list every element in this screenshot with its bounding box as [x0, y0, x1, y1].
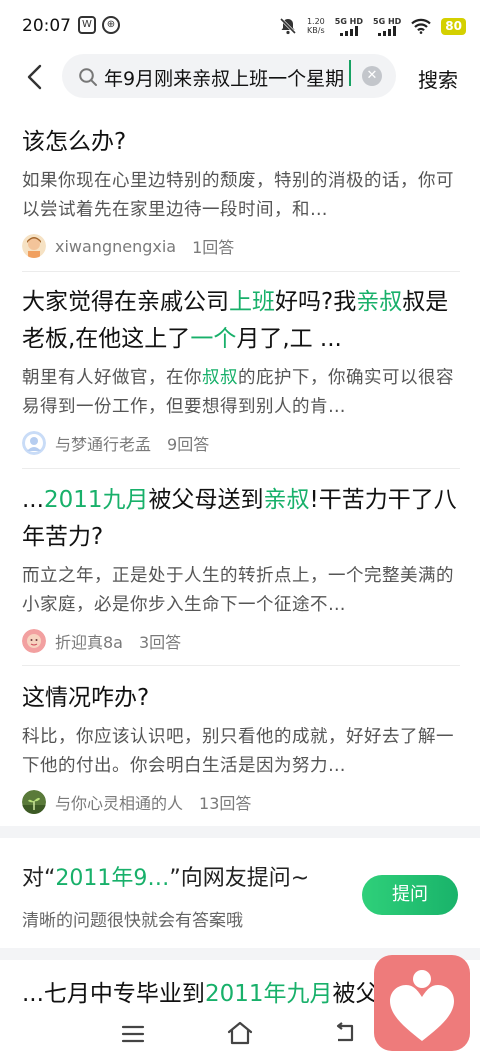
- result-title[interactable]: ...2011九月被父母送到亲叔!干苦力干了八年苦力?: [22, 482, 462, 556]
- result-item[interactable]: 这情况咋办? 科比，你应该认识吧，别只看他的成就，好好去了解一下他的付出。你会明…: [22, 680, 462, 815]
- title-highlight: 2011年九月: [204, 981, 333, 1007]
- search-icon: [79, 68, 97, 86]
- answer-count: 13回答: [199, 794, 252, 813]
- ask-prefix: 对“: [22, 866, 56, 891]
- title-highlight: 2011九月: [43, 487, 149, 513]
- title-text: 月了,工 ...: [236, 326, 342, 352]
- signal-sim1-label: 5G HD: [334, 16, 364, 26]
- ask-subtitle: 清晰的问题很快就会有答案哦: [22, 911, 243, 931]
- author-name[interactable]: 折迎真8a: [55, 629, 123, 653]
- title-text: ...七月中专毕业到: [22, 981, 205, 1007]
- mute-bell-icon: [279, 17, 297, 35]
- title-highlight: 上班: [229, 289, 275, 315]
- answer-count: 3回答: [139, 633, 182, 652]
- clear-icon[interactable]: ✕: [362, 66, 382, 86]
- title-text: ...: [22, 487, 44, 513]
- title-text: 好吗?我: [275, 289, 357, 315]
- text-cursor: [349, 60, 351, 86]
- battery-indicator: 80: [441, 17, 466, 35]
- ask-title: 对“2011年9…”向网友提问~: [22, 860, 309, 892]
- result-summary: 朝里有人好做官，在你叔叔的庇护下，你确实可以很容易得到一份工作，但要想得到别人的…: [22, 364, 462, 422]
- ask-question-button[interactable]: 提问: [362, 875, 458, 915]
- search-header: 年9月刚来亲叔上班一个星期 ✕ 搜索: [0, 52, 480, 102]
- result-item[interactable]: 大家觉得在亲戚公司上班好吗?我亲叔叔是老板,在他这上了一个月了,工 ... 朝里…: [22, 284, 462, 456]
- author-name[interactable]: 与梦通行老孟: [55, 431, 151, 455]
- title-text: 大家觉得在亲戚公司: [22, 289, 229, 315]
- result-summary: 如果你现在心里边特别的颓废，特别的消极的话，你可以尝试着先在家里边待一段时间，和…: [22, 171, 454, 220]
- result-title[interactable]: ...七月中专毕业到2011年九月被父: [22, 974, 378, 1008]
- divider: [22, 665, 460, 666]
- search-query-text[interactable]: 年9月刚来亲叔上班一个星期: [104, 64, 360, 91]
- menu-icon[interactable]: [121, 1024, 145, 1044]
- network-speed-unit: KB/s: [307, 26, 325, 35]
- ask-suffix: ”向网友提问~: [169, 866, 310, 891]
- divider: [22, 271, 460, 272]
- network-speed-value: 1.20: [306, 17, 325, 26]
- search-input[interactable]: 年9月刚来亲叔上班一个星期 ✕: [62, 54, 396, 98]
- wifi-icon: [411, 18, 432, 34]
- signal-bars-icon: [378, 25, 397, 36]
- result-meta: 与你心灵相通的人 13回答: [22, 789, 462, 815]
- result-title[interactable]: 该怎么办?: [22, 124, 462, 161]
- result-item[interactable]: ...2011九月被父母送到亲叔!干苦力干了八年苦力? 而立之年，正是处于人生的…: [22, 482, 462, 654]
- signal-sim1: 5G HD: [335, 17, 363, 36]
- title-text: 被父母送到: [148, 487, 264, 513]
- result-meta: xiwangnengxia 1回答: [22, 233, 462, 259]
- avatar[interactable]: [22, 431, 46, 455]
- signal-bars-icon: [339, 25, 358, 36]
- system-nav-bar: [0, 1008, 480, 1061]
- author-name[interactable]: xiwangnengxia: [55, 237, 176, 256]
- avatar[interactable]: [22, 234, 46, 258]
- section-gap: [0, 826, 480, 838]
- notification-app-icon: W: [78, 16, 96, 34]
- network-speed: 1.20 KB/s: [307, 17, 325, 35]
- avatar[interactable]: [22, 790, 46, 814]
- search-button[interactable]: 搜索: [418, 64, 458, 93]
- answer-count: 1回答: [192, 238, 235, 257]
- status-bar: 20:07 W ⊕ 1.20 KB/s 5G HD 5G HD 80: [0, 0, 480, 52]
- status-time: 20:07: [22, 16, 71, 36]
- signal-sim2: 5G HD: [373, 17, 401, 36]
- result-meta: 折迎真8a 3回答: [22, 628, 462, 654]
- author-name[interactable]: 与你心灵相通的人: [55, 790, 183, 814]
- back-nav-icon[interactable]: [332, 1022, 358, 1044]
- title-text: 被父: [332, 981, 379, 1007]
- summary-highlight: 叔叔: [202, 368, 238, 388]
- notification-circle-icon: ⊕: [102, 16, 120, 34]
- result-title[interactable]: 大家觉得在亲戚公司上班好吗?我亲叔叔是老板,在他这上了一个月了,工 ...: [22, 284, 462, 358]
- result-title[interactable]: 这情况咋办?: [22, 680, 462, 717]
- divider: [22, 468, 460, 469]
- back-arrow-icon[interactable]: [20, 62, 50, 92]
- result-summary: 科比，你应该认识吧，别只看他的成就，好好去了解一下他的付出。你会明白生活是因为努…: [22, 727, 454, 776]
- result-summary: 而立之年，正是处于人生的转折点上，一个完整美满的小家庭，必是你步入生命下一个征途…: [22, 566, 454, 615]
- result-meta: 与梦通行老孟 9回答: [22, 430, 462, 456]
- signal-sim2-label: 5G HD: [373, 16, 402, 26]
- answer-count: 9回答: [167, 435, 210, 454]
- summary-text: 朝里有人好做官，在你: [22, 368, 202, 388]
- title-highlight: 亲叔: [263, 487, 310, 513]
- ask-keyword: 2011年9…: [55, 866, 170, 891]
- title-highlight: 亲叔: [356, 289, 403, 315]
- home-icon[interactable]: [226, 1020, 254, 1046]
- title-highlight: 一个: [190, 326, 237, 352]
- result-item[interactable]: 该怎么办? 如果你现在心里边特别的颓废，特别的消极的话，你可以尝试着先在家里边待…: [22, 124, 462, 259]
- avatar[interactable]: [22, 629, 46, 653]
